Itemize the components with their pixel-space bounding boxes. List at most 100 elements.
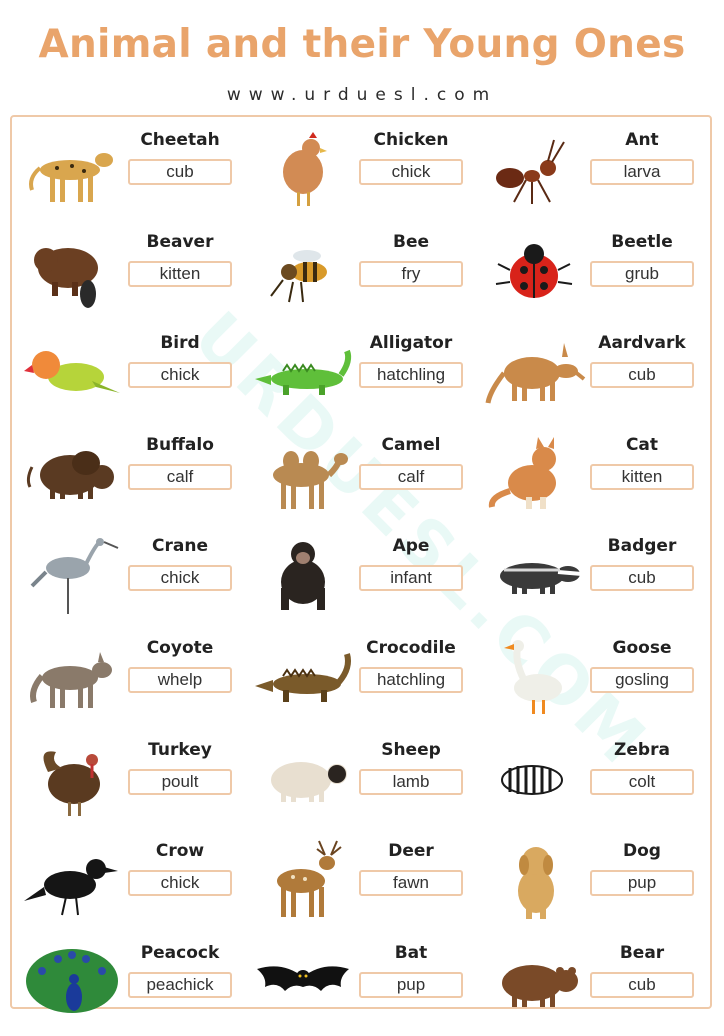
animal-card-dog: Dog pup <box>480 833 708 935</box>
animal-card-beetle: Beetle grub <box>480 224 708 326</box>
animal-card-buffalo: Buffalo calf <box>18 427 249 529</box>
animal-name: Goose <box>612 637 672 658</box>
animal-name: Peacock <box>140 942 220 963</box>
animal-name: Sheep <box>381 739 441 760</box>
young-name-box: hatchling <box>359 666 463 693</box>
animal-name: Badger <box>607 536 677 557</box>
animal-name: Deer <box>388 841 434 862</box>
peacock-icon <box>22 941 122 1023</box>
animal-name: Crane <box>152 536 208 557</box>
young-name-box: poult <box>128 768 232 795</box>
young-name-box: peachick <box>128 971 232 998</box>
animal-name: Alligator <box>369 333 453 354</box>
animal-card-sheep: Sheep lamb <box>249 732 480 834</box>
animal-name: Bat <box>394 942 428 963</box>
young-name-box: hatchling <box>359 362 463 389</box>
bee-icon <box>253 230 353 312</box>
animal-card-alligator: Alligator hatchling <box>249 325 480 427</box>
animal-card-turkey: Turkey poult <box>18 732 249 834</box>
crocodile-icon <box>253 636 353 718</box>
animal-card-ape: Ape infant <box>249 528 480 630</box>
animal-name: Camel <box>381 434 441 455</box>
coyote-icon <box>22 636 122 718</box>
animal-card-goose: Goose gosling <box>480 630 708 732</box>
cat-icon <box>484 433 584 515</box>
young-name-box: cub <box>590 971 694 998</box>
animal-card-crow: Crow chick <box>18 833 249 935</box>
animal-name: Ape <box>392 536 430 557</box>
animal-card-bear: Bear cub <box>480 935 708 1036</box>
animal-card-aardvark: Aardvark cub <box>480 325 708 427</box>
deer-icon <box>253 839 353 921</box>
animal-card-bird: Bird chick <box>18 325 249 427</box>
animal-card-cat: Cat kitten <box>480 427 708 529</box>
bat-icon <box>253 941 353 1023</box>
young-name-box: cub <box>590 362 694 389</box>
young-name-box: whelp <box>128 666 232 693</box>
animal-card-zebra: Zebra colt <box>480 732 708 834</box>
animal-card-chicken: Chicken chick <box>249 122 480 224</box>
animal-name: Cat <box>625 434 659 455</box>
badger-icon <box>484 534 584 616</box>
animal-card-bee: Bee fry <box>249 224 480 326</box>
young-name-box: fry <box>359 260 463 287</box>
crane-icon <box>22 534 122 616</box>
crow-icon <box>22 839 122 921</box>
young-name-box: cub <box>590 565 694 592</box>
animal-card-coyote: Coyote whelp <box>18 630 249 732</box>
animal-grid: Cheetah cub Chicken chick Ant larva Beaver kitt… <box>18 122 708 1013</box>
animal-name: Crow <box>155 841 205 862</box>
young-name-box: chick <box>128 362 232 389</box>
young-name-box: calf <box>128 463 232 490</box>
cheetah-icon <box>22 128 122 210</box>
animal-name: Dog <box>623 841 661 862</box>
animal-name: Buffalo <box>146 434 214 455</box>
young-name-box: calf <box>359 463 463 490</box>
young-name-box: kitten <box>590 463 694 490</box>
young-name-box: fawn <box>359 870 463 897</box>
animal-name: Bear <box>619 942 665 963</box>
chicken-icon <box>253 128 353 210</box>
alligator-icon <box>253 331 353 413</box>
animal-card-bat: Bat pup <box>249 935 480 1036</box>
young-name-box: lamb <box>359 768 463 795</box>
animal-card-camel: Camel calf <box>249 427 480 529</box>
sheep-icon <box>253 738 353 820</box>
beetle-icon <box>484 230 584 312</box>
animal-card-crane: Crane chick <box>18 528 249 630</box>
animal-name: Chicken <box>373 130 449 150</box>
young-name-box: pup <box>590 870 694 897</box>
goose-icon <box>484 636 584 718</box>
young-name-box: chick <box>128 870 232 897</box>
animal-name: Bird <box>160 333 200 354</box>
animal-card-deer: Deer fawn <box>249 833 480 935</box>
animal-card-badger: Badger cub <box>480 528 708 630</box>
animal-name: Crocodile <box>366 637 456 658</box>
animal-card-peacock: Peacock peachick <box>18 935 249 1036</box>
young-name-box: larva <box>590 159 694 185</box>
dog-icon <box>484 839 584 921</box>
animal-card-ant: Ant larva <box>480 122 708 224</box>
young-name-box: cub <box>128 159 232 185</box>
animal-name: Cheetah <box>140 130 220 150</box>
young-name-box: gosling <box>590 666 694 693</box>
bear-icon <box>484 941 584 1023</box>
young-name-box: grub <box>590 260 694 287</box>
beaver-icon <box>22 230 122 312</box>
animal-name: Beaver <box>146 231 214 252</box>
camel-icon <box>253 433 353 515</box>
buffalo-icon <box>22 433 122 515</box>
young-name-box: chick <box>359 159 463 185</box>
young-name-box: infant <box>359 565 463 592</box>
young-name-box: colt <box>590 768 694 795</box>
page-title: Animal and their Young Ones <box>38 22 686 67</box>
animal-card-cheetah: Cheetah cub <box>18 122 249 224</box>
animal-card-beaver: Beaver kitten <box>18 224 249 326</box>
animal-card-crocodile: Crocodile hatchling <box>249 630 480 732</box>
website-url: www.urduesl.com <box>226 85 498 105</box>
bird-icon <box>22 331 122 413</box>
ape-icon <box>253 534 353 616</box>
zebra-icon <box>484 738 584 820</box>
animal-name: Bee <box>392 231 430 252</box>
young-name-box: kitten <box>128 260 232 287</box>
